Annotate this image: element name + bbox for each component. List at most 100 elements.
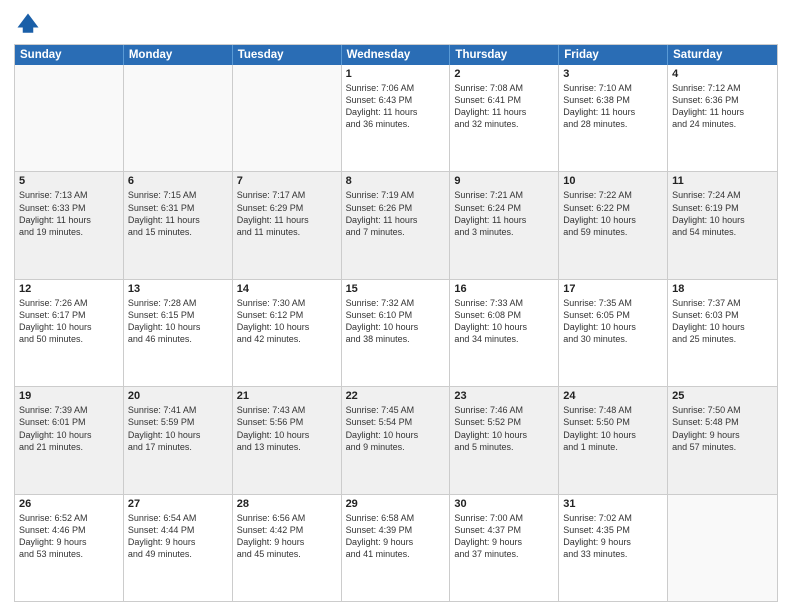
day-number: 19 [19,390,119,402]
calendar-header: SundayMondayTuesdayWednesdayThursdayFrid… [15,45,777,65]
day-number: 13 [128,283,228,295]
calendar-row: 19 Sunrise: 7:39 AM Sunset: 6:01 PM Dayli… [15,387,777,494]
calendar-row: 1 Sunrise: 7:06 AM Sunset: 6:43 PM Daylig… [15,65,777,172]
calendar-cell: 31Sunrise: 7:02 AM Sunset: 4:35 PM Dayli… [559,495,668,601]
calendar-cell [233,65,342,171]
weekday-header: Saturday [668,45,777,65]
day-info: Sunrise: 7:15 AM Sunset: 6:31 PM Dayligh… [128,189,228,238]
calendar-cell: 10Sunrise: 7:22 AM Sunset: 6:22 PM Dayli… [559,172,668,278]
calendar-row: 5 Sunrise: 7:13 AM Sunset: 6:33 PM Daylig… [15,172,777,279]
day-info: Sunrise: 7:17 AM Sunset: 6:29 PM Dayligh… [237,189,337,238]
day-info: Sunrise: 7:43 AM Sunset: 5:56 PM Dayligh… [237,404,337,453]
day-info: Sunrise: 7:41 AM Sunset: 5:59 PM Dayligh… [128,404,228,453]
calendar-cell [668,495,777,601]
day-number: 27 [128,498,228,510]
calendar-cell: 1 Sunrise: 7:06 AM Sunset: 6:43 PM Daylig… [342,65,451,171]
day-number: 9 [454,175,554,187]
calendar-cell: 14 Sunrise: 7:30 AM Sunset: 6:12 PM Dayli… [233,280,342,386]
calendar-cell: 12Sunrise: 7:26 AM Sunset: 6:17 PM Dayli… [15,280,124,386]
day-info: Sunrise: 6:52 AM Sunset: 4:46 PM Dayligh… [19,512,119,561]
day-number: 8 [346,175,446,187]
day-number: 1 [346,68,446,80]
day-number: 12 [19,283,119,295]
calendar-cell: 25 Sunrise: 7:50 AM Sunset: 5:48 PM Dayli… [668,387,777,493]
calendar-cell: 8 Sunrise: 7:19 AM Sunset: 6:26 PM Daylig… [342,172,451,278]
day-number: 7 [237,175,337,187]
calendar-cell: 22 Sunrise: 7:45 AM Sunset: 5:54 PM Dayli… [342,387,451,493]
day-info: Sunrise: 7:12 AM Sunset: 6:36 PM Dayligh… [672,82,773,131]
day-info: Sunrise: 7:30 AM Sunset: 6:12 PM Dayligh… [237,297,337,346]
day-number: 3 [563,68,663,80]
calendar-cell: 2Sunrise: 7:08 AM Sunset: 6:41 PM Daylig… [450,65,559,171]
logo-icon [14,10,42,38]
day-number: 28 [237,498,337,510]
day-number: 20 [128,390,228,402]
day-info: Sunrise: 7:21 AM Sunset: 6:24 PM Dayligh… [454,189,554,238]
calendar-row: 26Sunrise: 6:52 AM Sunset: 4:46 PM Dayli… [15,495,777,601]
weekday-header: Tuesday [233,45,342,65]
day-number: 17 [563,283,663,295]
day-number: 24 [563,390,663,402]
calendar-cell: 5 Sunrise: 7:13 AM Sunset: 6:33 PM Daylig… [15,172,124,278]
page: SundayMondayTuesdayWednesdayThursdayFrid… [0,0,792,612]
calendar-cell [124,65,233,171]
day-info: Sunrise: 7:00 AM Sunset: 4:37 PM Dayligh… [454,512,554,561]
day-number: 14 [237,283,337,295]
calendar-cell: 15 Sunrise: 7:32 AM Sunset: 6:10 PM Dayli… [342,280,451,386]
calendar-cell [15,65,124,171]
calendar-cell: 23 Sunrise: 7:46 AM Sunset: 5:52 PM Dayli… [450,387,559,493]
day-number: 4 [672,68,773,80]
day-info: Sunrise: 6:54 AM Sunset: 4:44 PM Dayligh… [128,512,228,561]
day-info: Sunrise: 7:45 AM Sunset: 5:54 PM Dayligh… [346,404,446,453]
day-info: Sunrise: 7:28 AM Sunset: 6:15 PM Dayligh… [128,297,228,346]
day-number: 25 [672,390,773,402]
calendar-cell: 27 Sunrise: 6:54 AM Sunset: 4:44 PM Dayli… [124,495,233,601]
day-number: 22 [346,390,446,402]
day-info: Sunrise: 7:06 AM Sunset: 6:43 PM Dayligh… [346,82,446,131]
day-info: Sunrise: 6:58 AM Sunset: 4:39 PM Dayligh… [346,512,446,561]
calendar-cell: 6Sunrise: 7:15 AM Sunset: 6:31 PM Daylig… [124,172,233,278]
day-info: Sunrise: 7:35 AM Sunset: 6:05 PM Dayligh… [563,297,663,346]
calendar-cell: 20 Sunrise: 7:41 AM Sunset: 5:59 PM Dayli… [124,387,233,493]
day-number: 23 [454,390,554,402]
header [14,10,778,38]
day-number: 30 [454,498,554,510]
calendar-cell: 13 Sunrise: 7:28 AM Sunset: 6:15 PM Dayli… [124,280,233,386]
calendar-row: 12Sunrise: 7:26 AM Sunset: 6:17 PM Dayli… [15,280,777,387]
day-info: Sunrise: 7:24 AM Sunset: 6:19 PM Dayligh… [672,189,773,238]
weekday-header: Wednesday [342,45,451,65]
day-number: 5 [19,175,119,187]
day-info: Sunrise: 7:22 AM Sunset: 6:22 PM Dayligh… [563,189,663,238]
day-number: 16 [454,283,554,295]
day-info: Sunrise: 7:50 AM Sunset: 5:48 PM Dayligh… [672,404,773,453]
weekday-header: Sunday [15,45,124,65]
calendar-cell: 30 Sunrise: 7:00 AM Sunset: 4:37 PM Dayli… [450,495,559,601]
calendar-cell: 3 Sunrise: 7:10 AM Sunset: 6:38 PM Daylig… [559,65,668,171]
day-info: Sunrise: 7:19 AM Sunset: 6:26 PM Dayligh… [346,189,446,238]
calendar-cell: 18 Sunrise: 7:37 AM Sunset: 6:03 PM Dayli… [668,280,777,386]
logo [14,10,46,38]
day-info: Sunrise: 7:10 AM Sunset: 6:38 PM Dayligh… [563,82,663,131]
calendar-cell: 16Sunrise: 7:33 AM Sunset: 6:08 PM Dayli… [450,280,559,386]
calendar-cell: 9 Sunrise: 7:21 AM Sunset: 6:24 PM Daylig… [450,172,559,278]
calendar-cell: 4 Sunrise: 7:12 AM Sunset: 6:36 PM Daylig… [668,65,777,171]
day-info: Sunrise: 7:48 AM Sunset: 5:50 PM Dayligh… [563,404,663,453]
day-info: Sunrise: 7:08 AM Sunset: 6:41 PM Dayligh… [454,82,554,131]
calendar-body: 1 Sunrise: 7:06 AM Sunset: 6:43 PM Daylig… [15,65,777,601]
day-number: 18 [672,283,773,295]
day-info: Sunrise: 7:02 AM Sunset: 4:35 PM Dayligh… [563,512,663,561]
day-info: Sunrise: 7:37 AM Sunset: 6:03 PM Dayligh… [672,297,773,346]
day-info: Sunrise: 6:56 AM Sunset: 4:42 PM Dayligh… [237,512,337,561]
day-number: 29 [346,498,446,510]
day-number: 11 [672,175,773,187]
calendar-cell: 28 Sunrise: 6:56 AM Sunset: 4:42 PM Dayli… [233,495,342,601]
calendar-cell: 7 Sunrise: 7:17 AM Sunset: 6:29 PM Daylig… [233,172,342,278]
calendar-cell: 29 Sunrise: 6:58 AM Sunset: 4:39 PM Dayli… [342,495,451,601]
calendar-cell: 17 Sunrise: 7:35 AM Sunset: 6:05 PM Dayli… [559,280,668,386]
day-info: Sunrise: 7:39 AM Sunset: 6:01 PM Dayligh… [19,404,119,453]
day-number: 15 [346,283,446,295]
day-info: Sunrise: 7:32 AM Sunset: 6:10 PM Dayligh… [346,297,446,346]
weekday-header: Monday [124,45,233,65]
day-info: Sunrise: 7:13 AM Sunset: 6:33 PM Dayligh… [19,189,119,238]
day-info: Sunrise: 7:46 AM Sunset: 5:52 PM Dayligh… [454,404,554,453]
